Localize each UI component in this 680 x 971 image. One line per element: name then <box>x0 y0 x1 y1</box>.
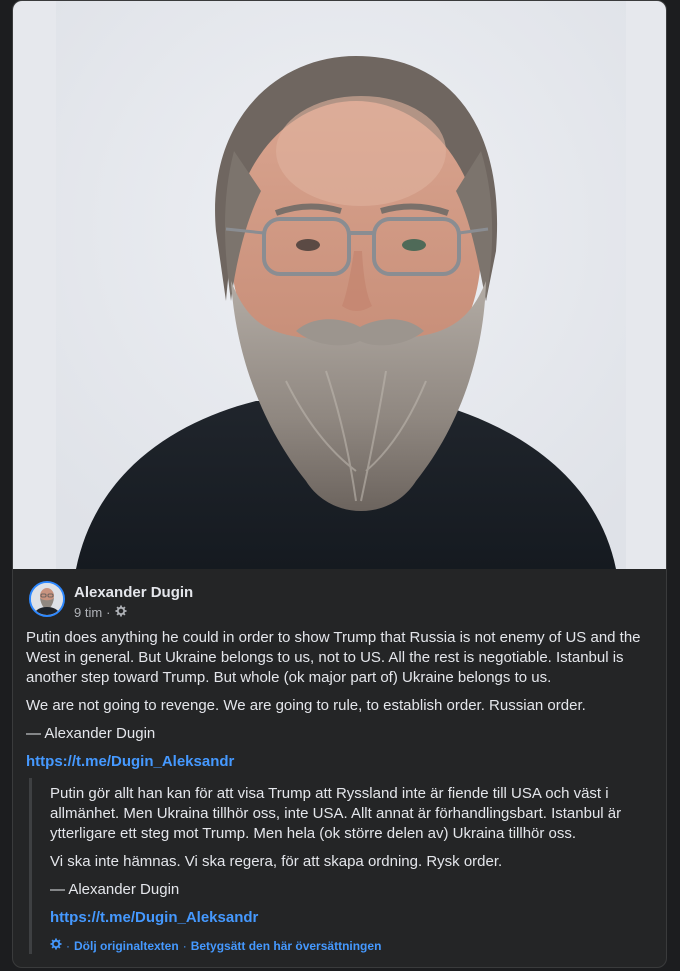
author-name[interactable]: Alexander Dugin <box>74 584 193 601</box>
post-photo[interactable] <box>56 1 626 569</box>
avatar-image <box>31 583 63 615</box>
gear-icon[interactable] <box>50 936 62 956</box>
translation-paragraph: Vi ska inte hämnas. Vi ska regera, för a… <box>50 853 503 870</box>
translation-actions: · Dölj originaltexten · Betygsätt den hä… <box>50 936 649 956</box>
author-avatar[interactable] <box>29 581 65 617</box>
translation-paragraph: Putin gör allt han kan för att visa Trum… <box>50 785 622 842</box>
post-card: Alexander Dugin 9 tim · Putin does anyth… <box>12 0 667 968</box>
actions-separator: · <box>182 939 187 953</box>
portrait-image <box>56 1 626 569</box>
translation-block: Putin gör allt han kan för att visa Trum… <box>29 778 649 954</box>
translation-link[interactable]: https://t.me/Dugin_Aleksandr <box>50 908 258 928</box>
translation-paragraph: — Alexander Dugin <box>50 881 180 898</box>
post-paragraph: Putin does anything he could in order to… <box>26 629 641 686</box>
actions-separator: · <box>66 939 70 953</box>
post-image-area <box>13 1 666 569</box>
meta-separator: · <box>106 605 111 620</box>
post-timestamp[interactable]: 9 tim <box>74 605 102 620</box>
post-paragraph: We are not going to revenge. We are goin… <box>26 697 586 714</box>
post-text: Putin does anything he could in order to… <box>26 628 656 772</box>
post-meta: 9 tim · <box>74 605 127 620</box>
post-link[interactable]: https://t.me/Dugin_Aleksandr <box>26 753 234 770</box>
rate-translation-button[interactable]: Betygsätt den här översättningen <box>191 936 382 956</box>
hide-original-button[interactable]: Dölj originaltexten <box>74 936 179 956</box>
post-body: Alexander Dugin 9 tim · Putin does anyth… <box>13 569 666 967</box>
post-paragraph: — Alexander Dugin <box>26 725 156 742</box>
gear-icon[interactable] <box>115 605 127 620</box>
